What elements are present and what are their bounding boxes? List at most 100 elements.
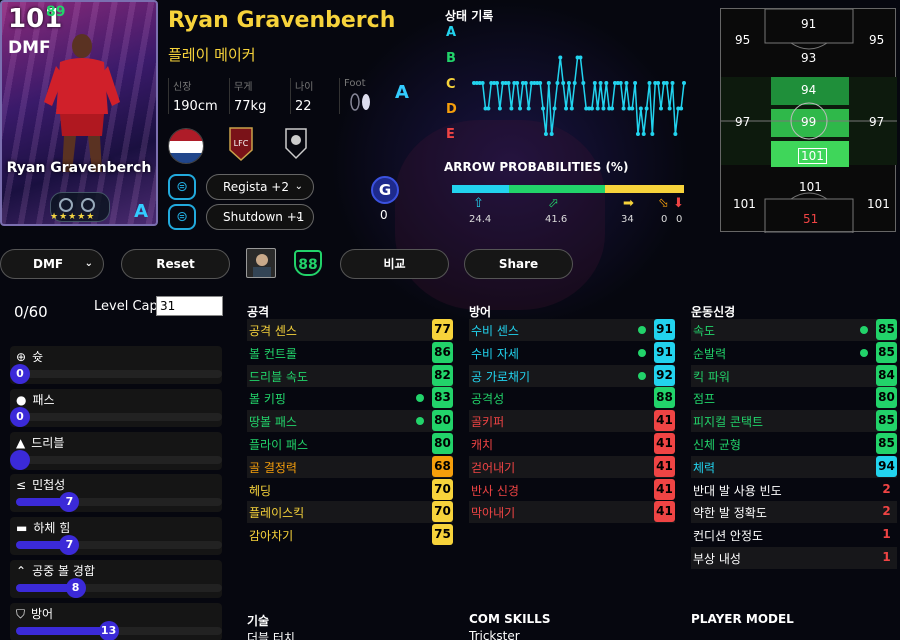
progression-track[interactable] <box>16 370 222 378</box>
card-rank: A <box>134 201 148 222</box>
stat-value: 70 <box>432 501 453 523</box>
stat-value: 85 <box>876 410 897 432</box>
player-name: Ryan Gravenberch <box>168 8 396 33</box>
stat-value: 80 <box>876 387 897 409</box>
position-select[interactable]: DMF ⌄ <box>0 249 104 279</box>
boost-dot-icon <box>638 348 646 357</box>
arrow-down-icon: ⬇ <box>673 196 684 211</box>
stat-value: 2 <box>882 481 891 496</box>
player-playstyle: 플레이 메이커 <box>168 46 256 64</box>
progression-knob[interactable]: 8 <box>65 578 86 598</box>
history-point <box>566 81 571 85</box>
stat-row: 땅볼 패스 80 <box>247 410 453 433</box>
stat-name: 킥 파워 <box>693 369 730 384</box>
history-point <box>495 81 500 85</box>
progression-item: ≤ 민첩성 7 <box>10 474 222 512</box>
progression-label: ▬ 하체 힘 <box>16 519 70 536</box>
level-cap-input[interactable]: 31 <box>156 296 223 316</box>
reset-button[interactable]: Reset <box>121 249 230 279</box>
skill-icon: ⊜ <box>168 204 196 230</box>
progression-knob[interactable]: 7 <box>59 492 80 512</box>
progression-label-text: 패스 <box>32 393 55 407</box>
skill-select-2-value[interactable]: Shutdown +1 ⌄ <box>206 204 314 230</box>
boost-dot-icon <box>860 348 868 357</box>
compare-button[interactable]: 비교 <box>340 249 449 279</box>
history-point <box>515 81 520 85</box>
skill-select-1-value[interactable]: Regista +2 ⌄ <box>206 174 314 200</box>
history-point <box>664 81 669 85</box>
chevron-down-icon: ⌄ <box>84 258 93 269</box>
progression-track[interactable] <box>16 584 222 592</box>
arrow-down-value: 0 <box>676 214 683 225</box>
field-cell-rb: 101 <box>867 197 890 211</box>
arrow-right-value: 34 <box>621 214 634 225</box>
stat-value: 80 <box>432 433 453 454</box>
stat-row: 수비 자세 91 <box>469 341 675 364</box>
progression-track[interactable] <box>16 541 222 549</box>
progression-knob[interactable]: 13 <box>98 621 119 640</box>
info-foot: Foot <box>339 78 387 114</box>
agility-icon: ≤ <box>16 478 27 492</box>
skill-select-2-text: Shutdown +1 <box>223 210 305 224</box>
arrow-diag-down-icon: ⬂ <box>658 196 669 211</box>
stat-row: 컨디션 안정도 1 <box>691 524 897 546</box>
progression-track[interactable] <box>16 498 222 506</box>
stat-row: 막아내기 41 <box>469 501 675 524</box>
chevrons-up-icon: ⌃ <box>16 564 27 578</box>
stat-value: 41 <box>654 433 675 454</box>
stat-name: 수비 자세 <box>471 346 519 361</box>
history-point <box>635 132 640 136</box>
progression-knob[interactable] <box>10 450 30 470</box>
field-cell-rmf: 97 <box>869 115 885 129</box>
stat-value: 41 <box>654 455 675 477</box>
stat-name: 피지컬 콘택트 <box>693 415 764 430</box>
boost-dot-icon <box>416 417 424 426</box>
background-crest-shield <box>395 120 605 310</box>
stat-value: 41 <box>654 410 675 432</box>
arrow-diag-down-value: 0 <box>661 214 668 225</box>
share-button[interactable]: Share <box>464 249 573 279</box>
stat-row: 약한 발 정확도 2 <box>691 501 897 524</box>
progression-track[interactable] <box>16 627 222 635</box>
history-point <box>581 81 586 85</box>
stat-value: 94 <box>876 455 897 477</box>
player-model-title: PLAYER MODEL <box>691 612 794 626</box>
field-cell-lmf: 97 <box>735 115 751 129</box>
progression-label: ⊕ 슛 <box>16 348 43 365</box>
progression-track[interactable] <box>16 413 222 421</box>
history-point <box>549 132 554 136</box>
team-rating-badge: 88 <box>294 250 322 276</box>
stat-value: 80 <box>432 410 453 432</box>
stat-value: 85 <box>876 341 897 363</box>
history-point <box>555 81 560 85</box>
stat-row: 걷어내기 41 <box>469 455 675 478</box>
com-skills-title: COM SKILLS <box>469 612 551 626</box>
progression-label-text: 민첩성 <box>32 478 66 492</box>
history-point <box>569 106 574 111</box>
arrow-bar-segment <box>452 185 509 193</box>
g-icon: G <box>371 176 399 204</box>
stat-value: 85 <box>876 319 897 340</box>
history-point <box>480 81 485 85</box>
stat-row: 반사 신경 41 <box>469 478 675 501</box>
progression-knob[interactable]: 0 <box>10 407 30 427</box>
stat-row: 볼 키핑 83 <box>247 387 453 409</box>
progression-label-text: 슛 <box>32 350 44 364</box>
stat-name: 볼 컨트롤 <box>249 346 297 361</box>
field-cell-gk: 51 <box>803 212 819 226</box>
progression-track[interactable] <box>16 456 222 464</box>
history-point <box>572 81 577 85</box>
stat-row: 드리블 속도 82 <box>247 364 453 387</box>
history-point <box>604 81 609 85</box>
progression-label-text: 공중 볼 경합 <box>32 564 95 578</box>
history-title: 상태 기록 <box>445 9 494 23</box>
progression-knob[interactable]: 0 <box>10 364 30 384</box>
stat-row: 골 결정력 68 <box>247 455 453 478</box>
history-point <box>564 106 569 111</box>
history-level-e: E <box>446 127 455 142</box>
history-point <box>509 106 514 111</box>
manager-avatar[interactable] <box>246 248 276 278</box>
stat-row: 반대 발 사용 빈도 2 <box>691 479 897 501</box>
progression-knob[interactable]: 7 <box>59 535 80 555</box>
info-foot-label: Foot <box>344 78 366 89</box>
